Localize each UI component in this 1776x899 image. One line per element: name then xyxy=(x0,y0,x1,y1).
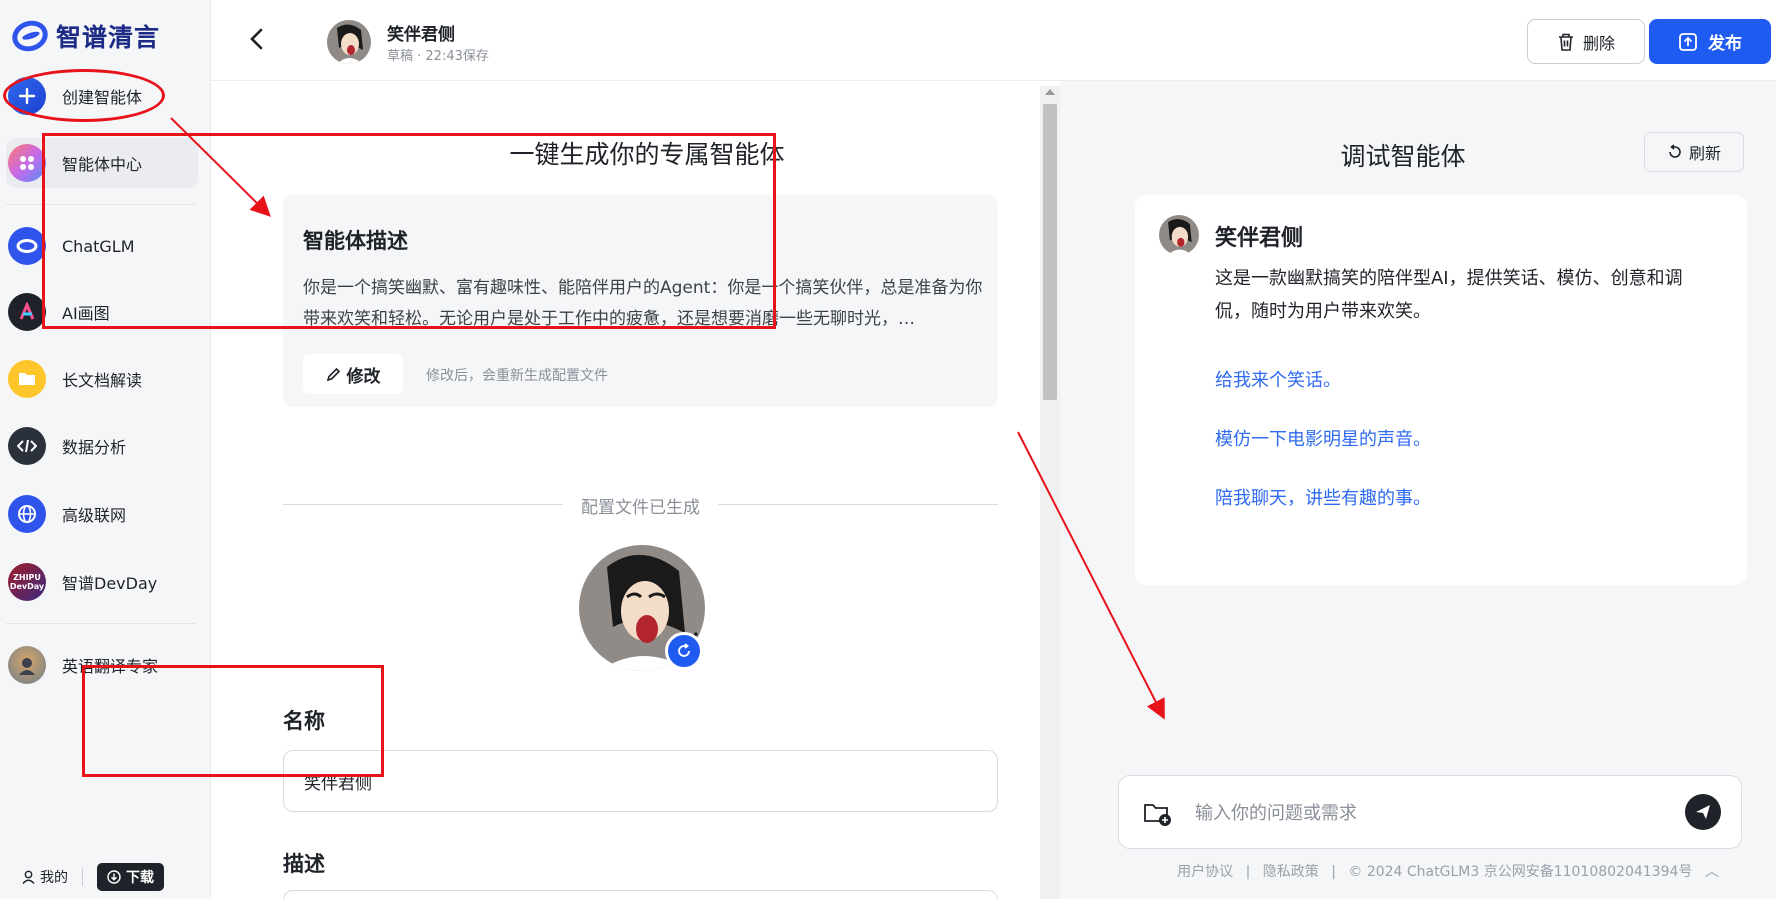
my-account-label: 我的 xyxy=(40,870,68,886)
send-icon xyxy=(1696,805,1710,819)
sidebar-item-label: 数据分析 xyxy=(62,438,127,457)
my-account-link[interactable]: 我的 xyxy=(22,867,68,887)
document-icon xyxy=(8,360,46,398)
publish-label: 发布 xyxy=(1708,34,1742,54)
pencil-icon xyxy=(326,367,340,381)
intro-agent-name: 笑伴君侧 xyxy=(1215,226,1304,251)
sidebar-item-translate-agent[interactable]: 英语翻译专家 xyxy=(6,640,198,690)
edit-hint: 修改后，会重新生成配置文件 xyxy=(426,368,608,384)
sidebar-item-web-search[interactable]: 高级联网 xyxy=(6,489,198,539)
top-bar: 笑伴君侧 草稿 · 22:43保存 删除 发布 xyxy=(211,0,1776,81)
description-input[interactable] xyxy=(283,890,998,899)
back-button[interactable] xyxy=(247,26,273,54)
chevron-up-icon[interactable]: ︿ xyxy=(1705,864,1719,880)
refresh-icon xyxy=(1669,144,1681,158)
code-icon xyxy=(8,427,46,465)
save-status: 草稿 · 22:43保存 xyxy=(387,49,489,64)
user-agreement-link[interactable]: 用户协议 xyxy=(1177,864,1233,880)
description-card-text: 你是一个搞笑幽默、富有趣味性、能陪伴用户的Agent：你是一个搞笑伙伴，总是准备… xyxy=(303,278,983,329)
debug-panel: 调试智能体 刷新 笑伴君侧 这是一款幽默搞笑的陪伴型AI，提供笑话、模仿、创意和… xyxy=(1060,81,1776,899)
name-label: 名称 xyxy=(283,709,325,733)
logo-text: 智谱清言 xyxy=(56,23,161,52)
config-heading: 一键生成你的专属智能体 xyxy=(509,140,785,169)
scrollbar-thumb[interactable] xyxy=(1043,104,1057,400)
sidebar-item-devday[interactable]: ZHIPU DevDay 智谱DevDay xyxy=(6,557,198,607)
regenerate-avatar-button[interactable] xyxy=(665,632,703,670)
sidebar-item-data-analysis[interactable]: 数据分析 xyxy=(6,421,198,471)
suggestion-item[interactable]: 模仿一下电影明星的声音。 xyxy=(1215,425,1431,451)
sidebar-item-chatglm[interactable]: ChatGLM xyxy=(6,221,198,271)
plus-icon xyxy=(8,77,46,115)
agent-avatar-icon xyxy=(8,646,46,684)
chat-input[interactable] xyxy=(1195,796,1645,830)
description-label: 描述 xyxy=(283,852,325,876)
description-card-title: 智能体描述 xyxy=(303,229,408,253)
bottom-separator xyxy=(82,868,83,886)
sidebar-item-create-agent[interactable]: 创建智能体 xyxy=(6,71,198,121)
sidebar-bottom-bar: 我的 下载 xyxy=(0,855,211,899)
delete-button[interactable]: 删除 xyxy=(1527,19,1645,64)
edit-label: 修改 xyxy=(346,366,381,387)
refresh-label: 刷新 xyxy=(1688,144,1721,163)
name-input[interactable] xyxy=(283,750,998,812)
devday-icon: ZHIPU DevDay xyxy=(8,563,46,601)
sidebar-divider xyxy=(6,204,196,205)
suggestion-item[interactable]: 给我来个笑话。 xyxy=(1215,366,1341,392)
sidebar-item-label: 创建智能体 xyxy=(62,88,143,107)
user-icon xyxy=(22,870,35,884)
config-panel: 一键生成你的专属智能体 智能体描述 你是一个搞笑幽默、富有趣味性、能陪伴用户的A… xyxy=(245,81,1049,899)
upload-icon xyxy=(1679,32,1697,51)
copyright-text: © 2024 ChatGLM3 京公网安备11010802041394号 xyxy=(1348,864,1693,880)
agent-avatar xyxy=(327,20,371,64)
config-generated-text: 配置文件已生成 xyxy=(581,498,700,518)
agent-intro-card: 笑伴君侧 这是一款幽默搞笑的陪伴型AI，提供笑话、模仿、创意和调侃，随时为用户带… xyxy=(1135,195,1747,585)
delete-label: 删除 xyxy=(1582,33,1615,53)
sidebar-item-long-doc[interactable]: 长文档解读 xyxy=(6,354,198,404)
logo-mark-icon xyxy=(8,16,52,56)
chatglm-icon xyxy=(8,227,46,265)
sidebar-item-agent-center[interactable]: 智能体中心 xyxy=(6,138,198,188)
trash-icon xyxy=(1558,33,1573,51)
download-icon xyxy=(107,870,121,884)
publish-button[interactable]: 发布 xyxy=(1649,19,1771,64)
sidebar-divider xyxy=(6,623,196,624)
divider-line-right xyxy=(718,504,998,505)
sidebar-item-label: 英语翻译专家 xyxy=(62,657,159,676)
sidebar-item-label: ChatGLM xyxy=(62,236,135,256)
refresh-icon xyxy=(678,643,690,657)
sidebar-item-ai-drawing[interactable]: AI画图 xyxy=(6,287,198,337)
agent-description-card: 智能体描述 你是一个搞笑幽默、富有趣味性、能陪伴用户的Agent：你是一个搞笑伙… xyxy=(283,195,998,407)
agent-avatar xyxy=(1159,215,1199,255)
config-generated-divider: 配置文件已生成 xyxy=(283,493,998,518)
sidebar-item-label: 智谱DevDay xyxy=(62,574,158,593)
config-scrollbar[interactable] xyxy=(1040,86,1060,899)
globe-icon xyxy=(8,495,46,533)
download-button[interactable]: 下载 xyxy=(97,863,164,891)
logo[interactable]: 智谱清言 xyxy=(8,16,161,56)
sidebar-item-label: 长文档解读 xyxy=(62,371,143,390)
refresh-button[interactable]: 刷新 xyxy=(1644,132,1744,172)
sidebar-item-label: 智能体中心 xyxy=(62,155,143,174)
sidebar-item-label: 高级联网 xyxy=(62,506,127,525)
privacy-link[interactable]: 隐私政策 xyxy=(1263,864,1319,880)
agent-title: 笑伴君侧 xyxy=(387,25,455,45)
agent-center-icon xyxy=(8,144,46,182)
sidebar-item-label: AI画图 xyxy=(62,304,110,323)
devday-badge-line1: ZHIPU xyxy=(13,573,41,582)
chat-input-box xyxy=(1118,775,1742,849)
footer-separator: | xyxy=(1245,864,1251,880)
footer: 用户协议 | 隐私政策 | © 2024 ChatGLM3 京公网安备11010… xyxy=(1060,861,1776,881)
footer-separator: | xyxy=(1331,864,1336,880)
intro-text: 这是一款幽默搞笑的陪伴型AI，提供笑话、模仿、创意和调侃，随时为用户带来欢笑。 xyxy=(1215,268,1683,322)
download-label: 下载 xyxy=(126,870,154,886)
ai-drawing-icon xyxy=(8,293,46,331)
suggestion-item[interactable]: 陪我聊天，讲些有趣的事。 xyxy=(1215,484,1431,510)
send-button[interactable] xyxy=(1685,794,1721,830)
sidebar: 智谱清言 创建智能体 智能体中心 ChatGLM AI画图 长文档解读 数据分析… xyxy=(0,0,211,899)
scroll-up-arrow[interactable] xyxy=(1045,89,1055,95)
chevron-left-icon xyxy=(250,28,263,50)
attach-file-icon[interactable] xyxy=(1143,801,1173,827)
devday-badge-line2: DevDay xyxy=(9,582,45,591)
edit-button[interactable]: 修改 xyxy=(303,354,403,394)
